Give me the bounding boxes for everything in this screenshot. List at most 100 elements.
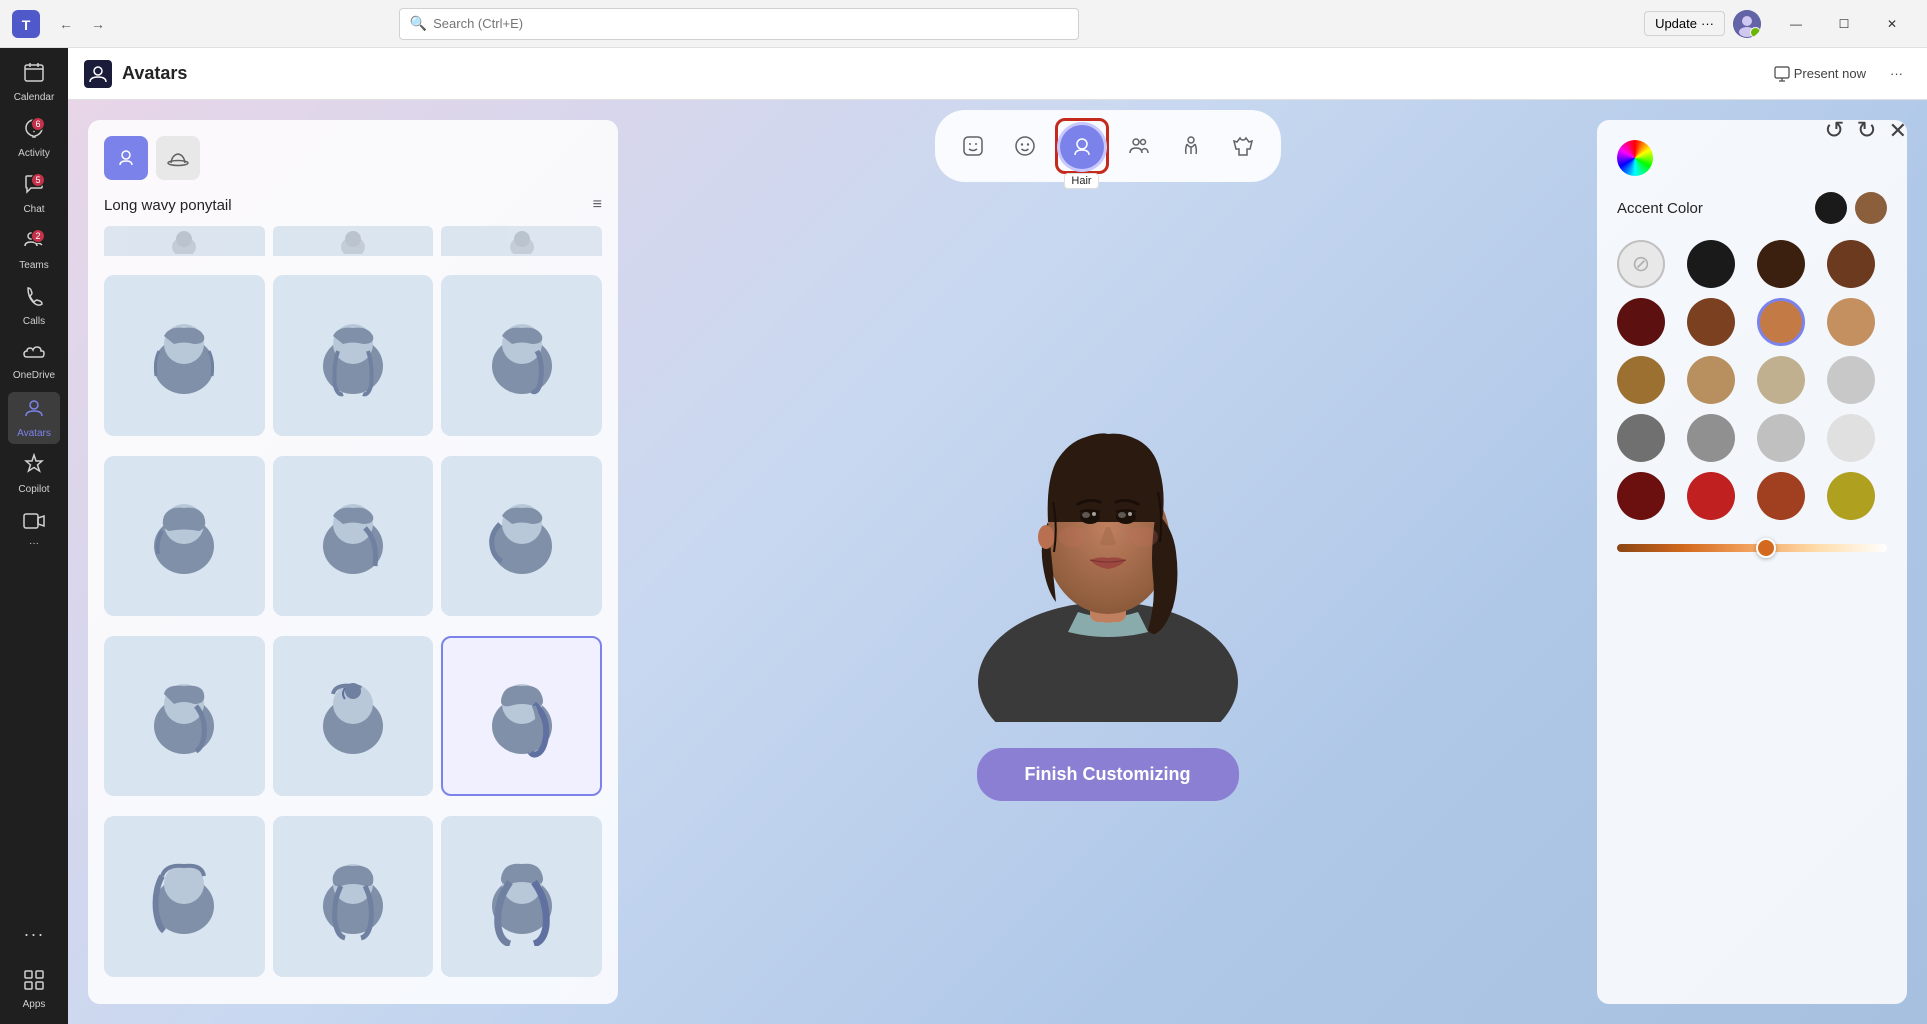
color-swatch-medgrey[interactable] bbox=[1687, 414, 1735, 462]
hair-item-11[interactable] bbox=[273, 816, 434, 977]
main-content: Avatars Present now ··· bbox=[68, 48, 1927, 1024]
hair-item-10[interactable] bbox=[104, 816, 265, 977]
more-options-button[interactable]: ··· bbox=[1882, 62, 1911, 85]
teams-badge: 2 bbox=[31, 229, 45, 243]
color-swatch-ashblonde[interactable] bbox=[1757, 356, 1805, 404]
activity-badge: 6 bbox=[31, 117, 45, 131]
accent-color-header: Accent Color bbox=[1617, 192, 1887, 224]
color-slider-container bbox=[1617, 544, 1887, 552]
hair-item-3[interactable] bbox=[441, 275, 602, 436]
sidebar-item-activity[interactable]: 6 Activity bbox=[8, 112, 60, 164]
sidebar-item-apps[interactable]: Apps bbox=[8, 964, 60, 1016]
color-swatch-sandy[interactable] bbox=[1827, 298, 1875, 346]
sidebar-item-onedrive[interactable]: OneDrive bbox=[8, 336, 60, 388]
color-swatch-goldbrown[interactable] bbox=[1617, 356, 1665, 404]
customization-toolbar: Hair bbox=[935, 110, 1281, 182]
color-swatch-mediumbrown1[interactable] bbox=[1827, 240, 1875, 288]
hair-item-9-selected[interactable] bbox=[441, 636, 602, 797]
sidebar-item-copilot-label: Copilot bbox=[18, 484, 49, 495]
toolbar-hair-button[interactable] bbox=[1060, 125, 1104, 169]
color-swatch-mediumbrown2[interactable] bbox=[1687, 298, 1735, 346]
color-swatch-darkred[interactable] bbox=[1617, 298, 1665, 346]
sidebar-item-teams[interactable]: 2 Teams bbox=[8, 224, 60, 276]
sidebar-item-calendar[interactable]: Calendar bbox=[8, 56, 60, 108]
hair-item-7[interactable] bbox=[104, 636, 265, 797]
forward-button[interactable]: → bbox=[84, 10, 112, 38]
meet-icon bbox=[23, 512, 45, 535]
hair-item-1[interactable] bbox=[104, 275, 265, 436]
color-swatch-darkred2[interactable] bbox=[1617, 472, 1665, 520]
hair-tab-button[interactable] bbox=[104, 136, 148, 180]
redo-button[interactable]: ↻ bbox=[1856, 116, 1876, 145]
nav-buttons: ← → bbox=[52, 10, 112, 38]
sidebar-item-chat[interactable]: 5 Chat bbox=[8, 168, 60, 220]
hair-item[interactable] bbox=[273, 226, 434, 256]
hair-item-8[interactable] bbox=[273, 636, 434, 797]
sidebar-item-more[interactable]: ··· bbox=[8, 908, 60, 960]
toolbar-clothing-wrapper bbox=[1221, 124, 1265, 168]
left-panel: Long wavy ponytail ≡ bbox=[88, 120, 618, 1004]
color-swatch-silver[interactable] bbox=[1757, 414, 1805, 462]
color-swatch-caramel[interactable] bbox=[1757, 298, 1805, 346]
back-button[interactable]: ← bbox=[52, 10, 80, 38]
color-swatch-orangebrown[interactable] bbox=[1757, 472, 1805, 520]
accent-color-title: Accent Color bbox=[1617, 200, 1703, 217]
sidebar-item-teams-label: Teams bbox=[19, 260, 48, 271]
slider-thumb[interactable] bbox=[1756, 538, 1776, 558]
hair-item-5[interactable] bbox=[273, 456, 434, 617]
minimize-button[interactable]: — bbox=[1773, 8, 1819, 40]
color-wheel-icon bbox=[1617, 140, 1653, 176]
color-slider[interactable] bbox=[1617, 544, 1887, 552]
undo-button[interactable]: ↺ bbox=[1824, 116, 1844, 145]
color-swatch-darkbrown1[interactable] bbox=[1757, 240, 1805, 288]
present-now-button[interactable]: Present now bbox=[1766, 62, 1874, 86]
accent-swatch-brown[interactable] bbox=[1855, 192, 1887, 224]
color-swatch-black[interactable] bbox=[1687, 240, 1735, 288]
toolbar-hair-wrapper: Hair bbox=[1055, 118, 1109, 174]
toolbar-body-wrapper bbox=[1169, 124, 1213, 168]
hair-item-2[interactable] bbox=[273, 275, 434, 436]
finish-customizing-button[interactable]: Finish Customizing bbox=[977, 748, 1239, 801]
sidebar-item-avatars[interactable]: Avatars bbox=[8, 392, 60, 444]
color-swatch-darkgrey[interactable] bbox=[1617, 414, 1665, 462]
hair-item[interactable] bbox=[441, 226, 602, 256]
avatar-preview bbox=[918, 232, 1298, 732]
accent-swatch-black[interactable] bbox=[1815, 192, 1847, 224]
center-panel: Hair bbox=[634, 100, 1581, 1024]
sidebar-item-copilot[interactable]: Copilot bbox=[8, 448, 60, 500]
maximize-button[interactable]: ☐ bbox=[1821, 8, 1867, 40]
editor-close-button[interactable]: ✕ bbox=[1889, 118, 1907, 144]
color-swatch-red[interactable] bbox=[1687, 472, 1735, 520]
toolbar-body-button[interactable] bbox=[1169, 124, 1213, 168]
title-bar-right: Update ··· — ☐ ✕ bbox=[1644, 8, 1915, 40]
toolbar-face-button[interactable] bbox=[1003, 124, 1047, 168]
color-swatch-none[interactable]: ⊘ bbox=[1617, 240, 1665, 288]
hair-item-12[interactable] bbox=[441, 816, 602, 977]
close-button[interactable]: ✕ bbox=[1869, 8, 1915, 40]
update-button[interactable]: Update ··· bbox=[1644, 11, 1725, 36]
left-panel-tabs bbox=[104, 136, 602, 180]
color-swatch-lightbrown[interactable] bbox=[1687, 356, 1735, 404]
sidebar-item-meet[interactable]: ··· bbox=[8, 504, 60, 556]
page-title: Avatars bbox=[122, 63, 187, 84]
color-grid: ⊘ bbox=[1617, 240, 1887, 520]
app-layout: Calendar 6 Activity 5 Chat 2 Teams bbox=[0, 48, 1927, 1024]
hair-item[interactable] bbox=[104, 226, 265, 256]
color-swatch-lightgrey[interactable] bbox=[1827, 356, 1875, 404]
user-avatar[interactable] bbox=[1733, 10, 1761, 38]
hair-item-4[interactable] bbox=[104, 456, 265, 617]
more-icon: ··· bbox=[24, 924, 45, 945]
color-swatch-whitegrey[interactable] bbox=[1827, 414, 1875, 462]
toolbar-clothing-button[interactable] bbox=[1221, 124, 1265, 168]
sidebar-item-calls[interactable]: Calls bbox=[8, 280, 60, 332]
editor-actions: ↺ ↻ ✕ bbox=[1824, 116, 1907, 145]
search-input[interactable] bbox=[433, 16, 1068, 31]
toolbar-groups-button[interactable] bbox=[1117, 124, 1161, 168]
hat-tab-button[interactable] bbox=[156, 136, 200, 180]
hair-item-6[interactable] bbox=[441, 456, 602, 617]
sidebar: Calendar 6 Activity 5 Chat 2 Teams bbox=[0, 48, 68, 1024]
color-swatch-golden[interactable] bbox=[1827, 472, 1875, 520]
toolbar-groups-wrapper bbox=[1117, 124, 1161, 168]
toolbar-reactions-button[interactable] bbox=[951, 124, 995, 168]
filter-icon[interactable]: ≡ bbox=[593, 196, 602, 214]
